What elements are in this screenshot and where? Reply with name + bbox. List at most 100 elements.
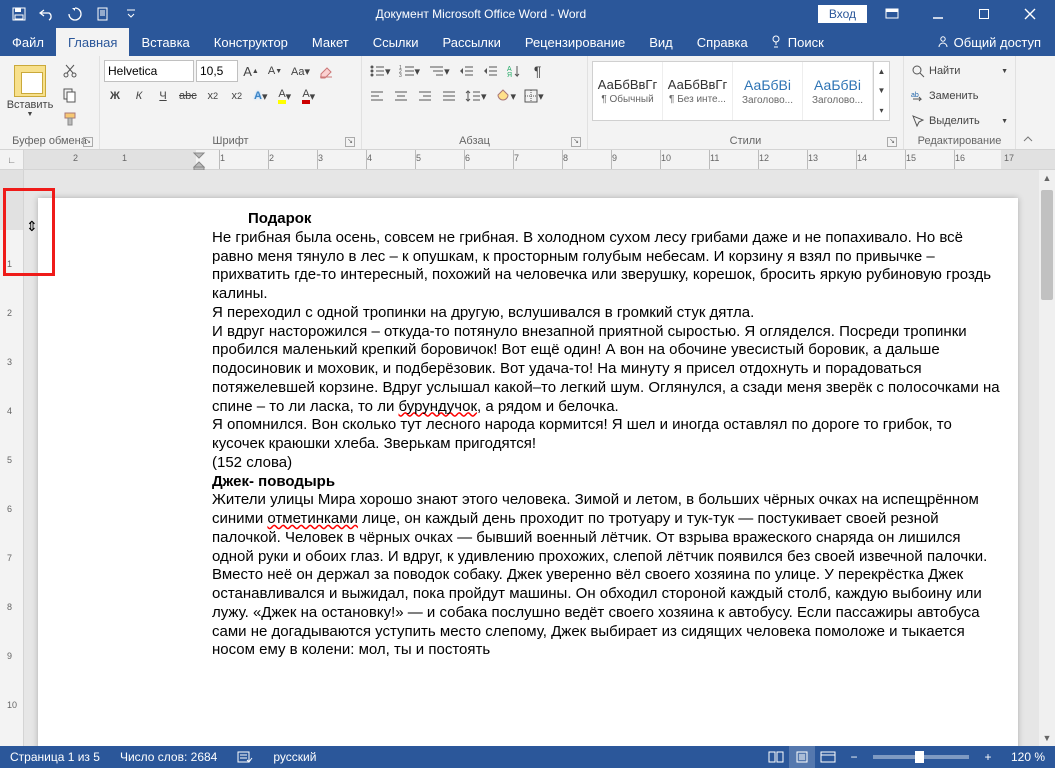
font-name-input[interactable] [104, 60, 194, 82]
page[interactable]: Подарок Не грибная была осень, совсем не… [38, 198, 1018, 746]
select-button[interactable]: Выделить▼ [908, 110, 1011, 132]
style-heading2[interactable]: АаБбВіЗаголово... [803, 62, 873, 120]
tab-mailings[interactable]: Рассылки [430, 28, 512, 56]
document-body[interactable]: Подарок Не грибная была осень, совсем не… [212, 210, 1004, 660]
font-label: Шрифт [212, 135, 248, 147]
zoom-slider[interactable] [873, 755, 969, 759]
collapse-ribbon-icon[interactable] [1016, 56, 1040, 149]
style-gallery[interactable]: АаБбВвГг¶ Обычный АаБбВвГг¶ Без инте... … [592, 61, 890, 121]
italic-button[interactable]: К [128, 85, 150, 107]
copy-icon[interactable] [59, 84, 81, 106]
superscript-icon[interactable]: x2 [226, 85, 248, 107]
heading: Джек- поводырь [212, 473, 1004, 492]
scrollbar-vertical[interactable]: ▲ ▼ [1039, 170, 1055, 746]
line-spacing-icon[interactable]: ▾ [462, 85, 490, 107]
scroll-up-icon[interactable]: ▲ [1039, 170, 1055, 186]
shading-icon[interactable]: ▾ [492, 85, 520, 107]
style-normal[interactable]: АаБбВвГг¶ Обычный [593, 62, 663, 120]
tab-help[interactable]: Справка [685, 28, 760, 56]
align-right-icon[interactable] [414, 85, 436, 107]
ribbon-display-icon[interactable] [871, 0, 913, 28]
tab-file[interactable]: Файл [0, 28, 56, 56]
scroll-down-icon[interactable]: ▼ [1039, 730, 1055, 746]
language[interactable]: русский [263, 750, 326, 764]
tab-layout[interactable]: Макет [300, 28, 361, 56]
ruler-horizontal[interactable]: ∟ 211234567891011121314151617 [0, 150, 1055, 170]
clipboard-label: Буфер обмена [12, 135, 87, 147]
tab-review[interactable]: Рецензирование [513, 28, 637, 56]
pilcrow-icon[interactable]: ¶ [527, 60, 549, 82]
style-nospacing[interactable]: АаБбВвГг¶ Без инте... [663, 62, 733, 120]
zoom-in-icon[interactable]: + [975, 746, 1001, 768]
page-count[interactable]: Страница 1 из 5 [0, 750, 110, 764]
bold-button[interactable]: Ж [104, 85, 126, 107]
group-clipboard: Вставить ▼ Буфер обмена↘ [0, 56, 100, 149]
replace-button[interactable]: abЗаменить [908, 85, 1011, 107]
web-layout-icon[interactable] [815, 746, 841, 768]
align-center-icon[interactable] [390, 85, 412, 107]
borders-icon[interactable]: ▾ [521, 85, 547, 107]
sort-icon[interactable]: AЯ [503, 60, 525, 82]
indent-marker[interactable] [192, 150, 208, 170]
justify-icon[interactable] [438, 85, 460, 107]
align-left-icon[interactable] [366, 85, 388, 107]
clipboard-launcher[interactable]: ↘ [83, 137, 93, 147]
new-doc-icon[interactable] [90, 2, 116, 26]
minimize-icon[interactable] [917, 0, 959, 28]
style-heading1[interactable]: АаБбВіЗаголово... [733, 62, 803, 120]
paragraph: Жители улицы Мира хорошо знают этого чел… [212, 491, 1004, 660]
bullets-icon[interactable]: ▾ [366, 60, 394, 82]
dec-indent-icon[interactable] [455, 60, 477, 82]
save-icon[interactable] [6, 2, 32, 26]
grow-font-icon[interactable]: A▲ [240, 60, 262, 82]
highlight-icon[interactable]: A▾ [274, 85, 296, 107]
underline-button[interactable]: Ч [152, 85, 174, 107]
inc-indent-icon[interactable] [479, 60, 501, 82]
styles-launcher[interactable]: ↘ [887, 137, 897, 147]
font-color-icon[interactable]: A▾ [298, 85, 320, 107]
share-button[interactable]: Общий доступ [922, 28, 1055, 56]
styles-label: Стили [730, 135, 762, 147]
tab-insert[interactable]: Вставка [129, 28, 201, 56]
multilevel-icon[interactable]: ▾ [425, 60, 453, 82]
zoom-knob[interactable] [915, 751, 924, 763]
find-button[interactable]: Найти▼ [908, 60, 1011, 82]
numbering-icon[interactable]: 123▾ [396, 60, 424, 82]
document-area[interactable]: Подарок Не грибная была осень, совсем не… [24, 170, 1055, 746]
scroll-thumb[interactable] [1041, 190, 1053, 300]
clear-format-icon[interactable] [315, 60, 337, 82]
zoom-level[interactable]: 120 % [1001, 750, 1055, 764]
word-count[interactable]: Число слов: 2684 [110, 750, 227, 764]
signin-button[interactable]: Вход [818, 5, 867, 23]
subscript-icon[interactable]: x2 [202, 85, 224, 107]
strike-button[interactable]: abc [176, 85, 200, 107]
style-more[interactable]: ▲▼▾ [873, 62, 889, 120]
tab-design[interactable]: Конструктор [202, 28, 300, 56]
paste-button[interactable]: Вставить ▼ [4, 58, 56, 124]
tab-view[interactable]: Вид [637, 28, 685, 56]
group-styles: АаБбВвГг¶ Обычный АаБбВвГг¶ Без инте... … [588, 56, 904, 149]
redo-icon[interactable] [62, 2, 88, 26]
print-layout-icon[interactable] [789, 746, 815, 768]
cut-icon[interactable] [59, 60, 81, 82]
shrink-font-icon[interactable]: A▼ [264, 60, 286, 82]
maximize-icon[interactable] [963, 0, 1005, 28]
close-icon[interactable] [1009, 0, 1051, 28]
tab-references[interactable]: Ссылки [361, 28, 431, 56]
paragraph: Не грибная была осень, совсем не грибная… [212, 229, 1004, 304]
paragraph-launcher[interactable]: ↘ [571, 137, 581, 147]
paragraph: И вдруг насторожился – откуда-то потянул… [212, 323, 1004, 417]
font-launcher[interactable]: ↘ [345, 137, 355, 147]
zoom-out-icon[interactable]: − [841, 746, 867, 768]
qat-more-icon[interactable] [118, 2, 144, 26]
tell-me[interactable]: Поиск [760, 28, 834, 56]
tab-selector[interactable]: ∟ [0, 150, 24, 169]
format-painter-icon[interactable] [59, 108, 81, 130]
font-size-input[interactable] [196, 60, 238, 82]
undo-icon[interactable] [34, 2, 60, 26]
change-case-icon[interactable]: Aa▾ [288, 60, 313, 82]
tab-home[interactable]: Главная [56, 28, 129, 56]
read-mode-icon[interactable] [763, 746, 789, 768]
text-effects-icon[interactable]: A▾ [250, 85, 272, 107]
proofing-icon[interactable] [227, 750, 263, 764]
